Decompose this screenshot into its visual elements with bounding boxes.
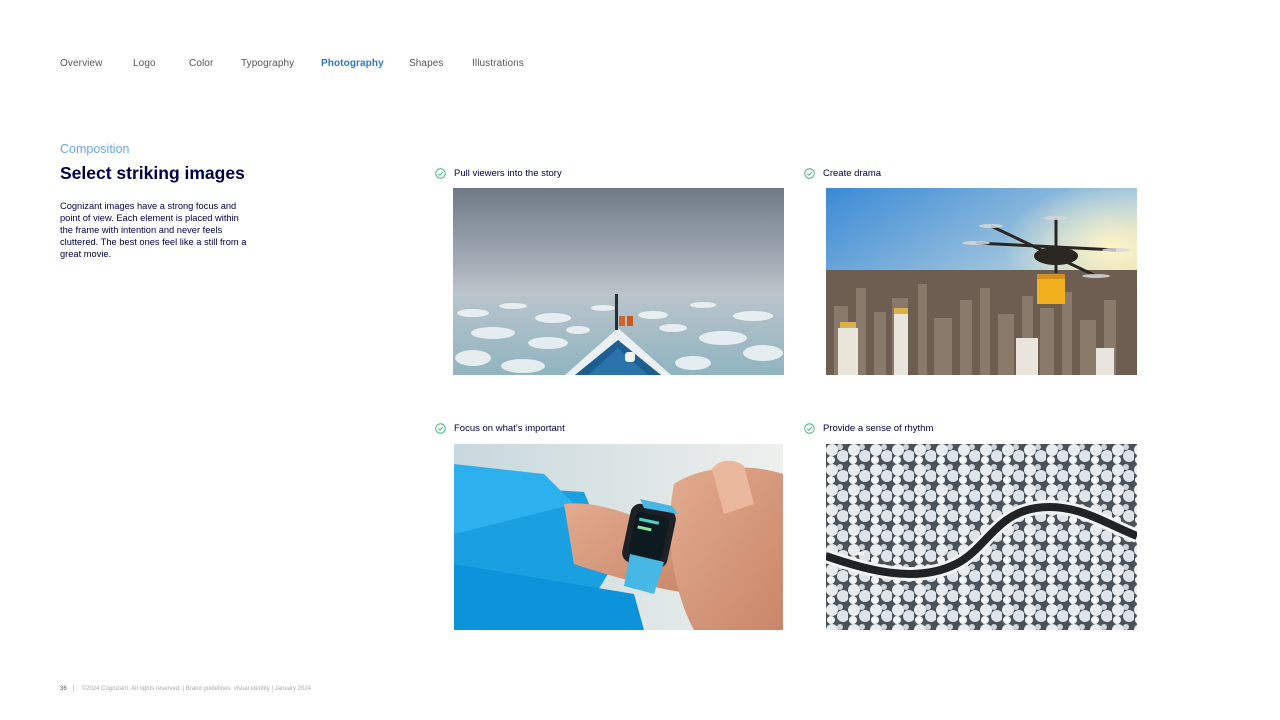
card-label-text: Provide a sense of rhythm <box>823 422 934 434</box>
card-label-pull-viewers: Pull viewers into the story <box>435 166 562 180</box>
page-title: Select striking images <box>60 163 245 183</box>
card-label-text: Focus on what’s important <box>454 422 565 434</box>
card-label-rhythm: Provide a sense of rhythm <box>804 421 933 435</box>
card-label-create-drama: Create drama <box>804 166 881 180</box>
section-body: Cognizant images have a strong focus and… <box>60 201 247 259</box>
check-circle-icon <box>804 422 815 434</box>
nav-overview[interactable]: Overview <box>60 58 102 69</box>
check-circle-icon <box>435 167 446 179</box>
photo-ship-in-ice <box>453 188 784 375</box>
footer-divider <box>72 685 74 692</box>
check-circle-icon <box>804 167 815 179</box>
card-label-focus: Focus on what’s important <box>435 421 565 435</box>
nav-illustrations[interactable]: Illustrations <box>472 58 524 69</box>
card-label-text: Create drama <box>823 167 882 179</box>
nav-photography[interactable]: Photography <box>321 58 384 69</box>
photo-drone-city <box>826 188 1137 375</box>
footer: 36 ©2024 Cognizant. All rights reserved.… <box>60 685 311 692</box>
photo-snowy-forest-road <box>826 444 1137 630</box>
footer-text: ©2024 Cognizant. All rights reserved. | … <box>81 685 312 692</box>
nav-color[interactable]: Color <box>189 58 213 69</box>
nav-logo[interactable]: Logo <box>133 58 156 69</box>
photo-smartwatch <box>454 444 783 630</box>
nav-shapes[interactable]: Shapes <box>409 58 444 69</box>
card-label-text: Pull viewers into the story <box>454 167 562 179</box>
nav-typography[interactable]: Typography <box>241 58 294 69</box>
page-number: 36 <box>60 685 67 692</box>
page: Overview Logo Color Typography Photograp… <box>0 0 1280 720</box>
section-eyebrow: Composition <box>60 142 130 156</box>
check-circle-icon <box>435 422 446 434</box>
